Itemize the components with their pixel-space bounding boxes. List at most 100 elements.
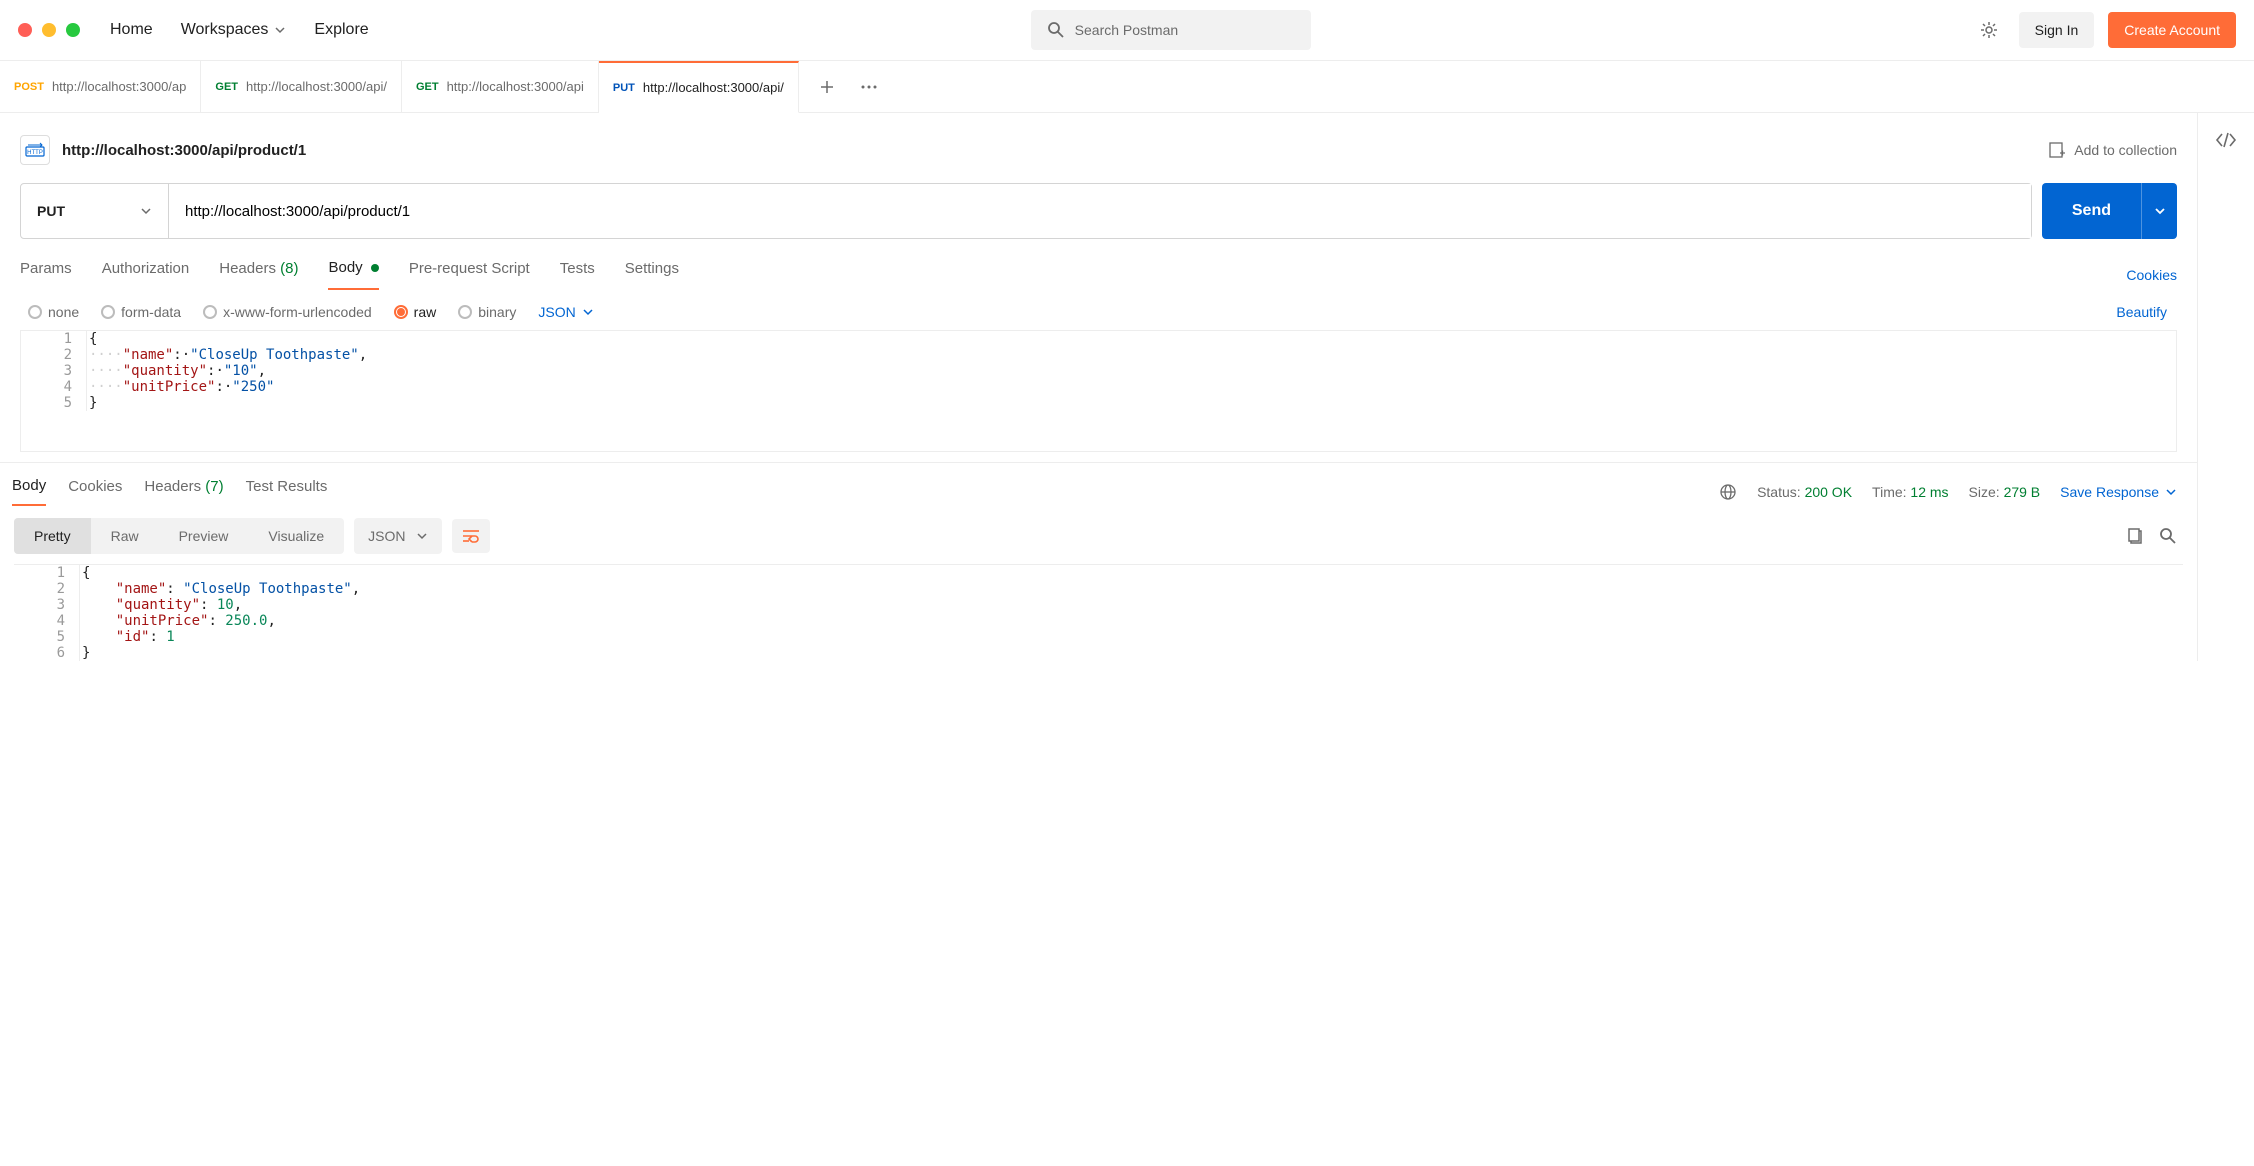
- window-controls: [18, 23, 80, 37]
- resp-tab-cookies[interactable]: Cookies: [68, 478, 122, 505]
- right-sidebar: [2198, 113, 2254, 661]
- settings-button[interactable]: [1973, 14, 2005, 46]
- nav-workspaces[interactable]: Workspaces: [181, 21, 287, 39]
- tab-put-active[interactable]: PUT http://localhost:3000/api/: [599, 61, 799, 113]
- resp-tab-headers[interactable]: Headers (7): [144, 478, 223, 505]
- view-mode-segmented: Pretty Raw Preview Visualize: [14, 518, 344, 554]
- search-response-button[interactable]: [2159, 527, 2177, 545]
- line-number: 3: [21, 363, 87, 379]
- more-tabs-icon[interactable]: [859, 79, 879, 95]
- view-raw[interactable]: Raw: [91, 518, 159, 554]
- chevron-down-icon: [2154, 205, 2166, 217]
- subtab-settings[interactable]: Settings: [625, 260, 679, 289]
- send-button[interactable]: Send: [2042, 183, 2141, 239]
- headers-count: (8): [280, 260, 298, 277]
- status-label: Status:: [1757, 484, 1801, 500]
- url-input[interactable]: [169, 184, 2031, 238]
- tab-get-1[interactable]: GET http://localhost:3000/api/: [201, 61, 402, 112]
- body-xwww[interactable]: x-www-form-urlencoded: [203, 304, 372, 320]
- line-number: 4: [21, 379, 87, 395]
- request-subtabs: Params Authorization Headers (8) Body Pr…: [0, 239, 2197, 290]
- body-raw-label: raw: [414, 304, 437, 320]
- body-type-select[interactable]: JSON: [538, 304, 593, 320]
- cookies-link[interactable]: Cookies: [2126, 267, 2177, 283]
- top-nav: Home Workspaces Explore: [110, 21, 369, 39]
- beautify-button[interactable]: Beautify: [2116, 304, 2177, 320]
- sign-in-button[interactable]: Sign In: [2019, 12, 2095, 48]
- body-options: none form-data x-www-form-urlencoded raw…: [0, 290, 2197, 330]
- response-toolbar: Pretty Raw Preview Visualize JSON: [0, 506, 2197, 564]
- subtab-body-label: Body: [328, 259, 362, 276]
- response-body-editor[interactable]: 1{ 2 "name": "CloseUp Toothpaste", 3 "qu…: [14, 564, 2183, 661]
- header-actions: Sign In Create Account: [1973, 12, 2236, 48]
- body-none[interactable]: none: [28, 304, 79, 320]
- view-visualize[interactable]: Visualize: [248, 518, 344, 554]
- new-tab-button[interactable]: [819, 79, 835, 95]
- tab-label: http://localhost:3000/api: [447, 79, 584, 94]
- save-response-button[interactable]: Save Response: [2060, 484, 2177, 500]
- view-preview[interactable]: Preview: [159, 518, 249, 554]
- line-number: 4: [14, 613, 80, 629]
- chevron-down-icon: [2165, 486, 2177, 498]
- method-badge: PUT: [613, 82, 635, 94]
- code-icon[interactable]: [2215, 131, 2237, 149]
- subtab-prerequest[interactable]: Pre-request Script: [409, 260, 530, 289]
- create-account-button[interactable]: Create Account: [2108, 12, 2236, 48]
- search-placeholder: Search Postman: [1075, 22, 1179, 38]
- line-number: 3: [14, 597, 80, 613]
- subtab-body[interactable]: Body: [328, 259, 378, 290]
- method-value: PUT: [37, 203, 65, 219]
- subtab-headers[interactable]: Headers (8): [219, 260, 298, 289]
- minimize-window-icon[interactable]: [42, 23, 56, 37]
- wrap-lines-button[interactable]: [452, 519, 490, 553]
- add-to-collection-button[interactable]: Add to collection: [2048, 141, 2177, 159]
- save-icon: [2048, 141, 2066, 159]
- view-pretty[interactable]: Pretty: [14, 518, 91, 554]
- subtab-authorization[interactable]: Authorization: [102, 260, 190, 289]
- code-value: "CloseUp Toothpaste": [183, 581, 352, 597]
- code-key: "unitPrice": [123, 379, 216, 395]
- time-value: 12 ms: [1910, 484, 1948, 500]
- globe-icon[interactable]: [1719, 483, 1737, 501]
- request-body-editor[interactable]: 1{ 2····"name":·"CloseUp Toothpaste", 3·…: [20, 330, 2177, 452]
- chevron-down-icon: [274, 24, 286, 36]
- code-value: "250": [232, 379, 274, 395]
- topbar: Home Workspaces Explore Search Postman S…: [0, 0, 2254, 61]
- nav-home[interactable]: Home: [110, 21, 153, 39]
- response-type-select[interactable]: JSON: [354, 518, 441, 554]
- copy-button[interactable]: [2127, 527, 2145, 545]
- chevron-down-icon: [416, 530, 428, 542]
- svg-text:HTTP: HTTP: [27, 150, 43, 156]
- nav-explore[interactable]: Explore: [314, 21, 368, 39]
- tab-post[interactable]: POST http://localhost:3000/ap: [0, 61, 201, 112]
- code-value: "CloseUp Toothpaste": [190, 347, 359, 363]
- resp-tab-body[interactable]: Body: [12, 477, 46, 506]
- subtab-headers-label: Headers: [219, 260, 276, 277]
- tab-get-2[interactable]: GET http://localhost:3000/api: [402, 61, 599, 112]
- page-title: http://localhost:3000/api/product/1: [62, 142, 306, 159]
- subtab-tests[interactable]: Tests: [560, 260, 595, 289]
- line-number: 6: [14, 645, 80, 661]
- tab-label: http://localhost:3000/api/: [246, 79, 387, 94]
- resp-headers-label: Headers: [144, 478, 201, 495]
- body-binary[interactable]: binary: [458, 304, 516, 320]
- body-type-value: JSON: [538, 304, 575, 320]
- radio-icon: [203, 305, 217, 319]
- body-raw[interactable]: raw: [394, 304, 437, 320]
- save-response-label: Save Response: [2060, 484, 2159, 500]
- body-formdata[interactable]: form-data: [101, 304, 181, 320]
- code-value: 1: [166, 629, 174, 645]
- chevron-down-icon: [140, 205, 152, 217]
- response-type-value: JSON: [368, 528, 405, 544]
- method-badge: POST: [14, 81, 44, 93]
- response-tabs: Body Cookies Headers (7) Test Results St…: [0, 462, 2197, 506]
- method-select[interactable]: PUT: [21, 184, 169, 238]
- search-input[interactable]: Search Postman: [1031, 10, 1311, 50]
- resp-tab-testresults[interactable]: Test Results: [246, 478, 328, 505]
- close-window-icon[interactable]: [18, 23, 32, 37]
- subtab-params[interactable]: Params: [20, 260, 72, 289]
- maximize-window-icon[interactable]: [66, 23, 80, 37]
- add-to-collection-label: Add to collection: [2074, 142, 2177, 158]
- code-value: "10": [224, 363, 258, 379]
- send-dropdown[interactable]: [2141, 183, 2177, 239]
